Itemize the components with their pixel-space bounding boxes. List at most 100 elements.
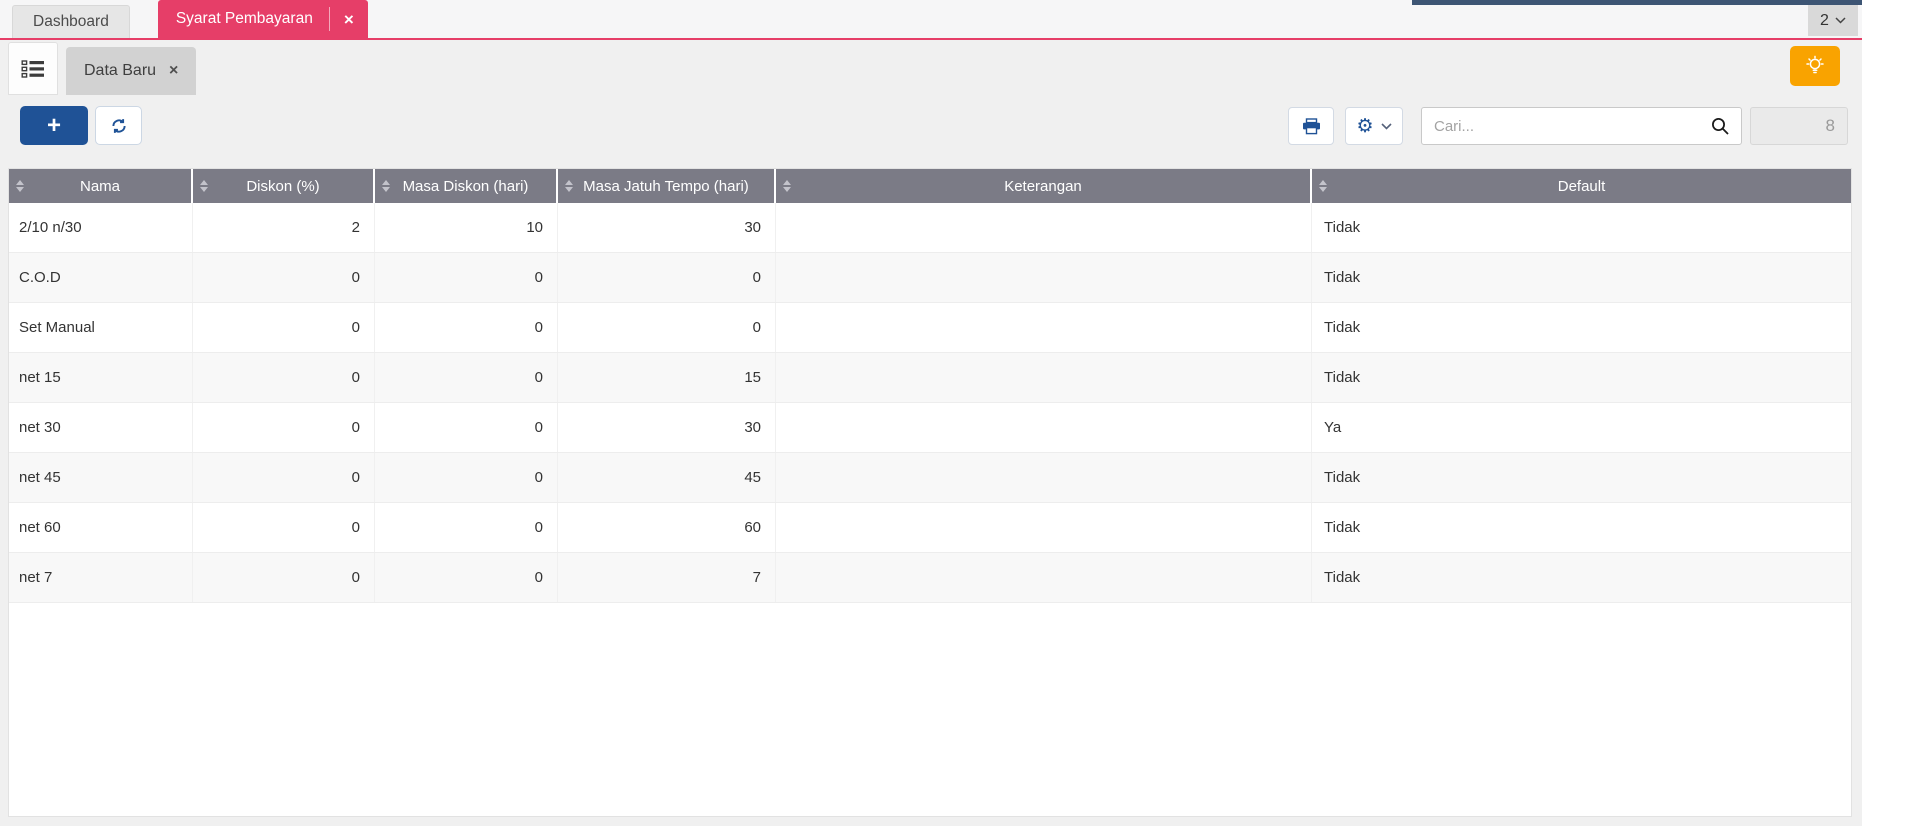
table-row[interactable]: net 30 0 0 30 Ya bbox=[9, 403, 1851, 453]
sort-arrows-icon bbox=[382, 180, 390, 192]
cell-diskon: 2 bbox=[193, 203, 375, 252]
column-label: Masa Diskon (hari) bbox=[403, 178, 529, 195]
cell-masa-diskon: 0 bbox=[375, 303, 558, 352]
column-label: Default bbox=[1558, 178, 1606, 195]
table-row[interactable]: net 7 0 0 7 Tidak bbox=[9, 553, 1851, 603]
main-tab-bar: Dashboard Syarat Pembayaran × bbox=[0, 0, 1862, 40]
sort-arrows-icon bbox=[1319, 180, 1327, 192]
cell-masa-diskon: 0 bbox=[375, 503, 558, 552]
cell-masa-jatuh-tempo: 0 bbox=[558, 303, 776, 352]
cell-nama: net 15 bbox=[9, 353, 193, 402]
lightbulb-icon bbox=[1804, 54, 1826, 78]
dropdown-value: 2 bbox=[1820, 12, 1829, 30]
column-header-keterangan[interactable]: Keterangan bbox=[776, 169, 1312, 203]
app-window: Dashboard Syarat Pembayaran × 2 bbox=[0, 0, 1918, 826]
close-icon[interactable]: × bbox=[330, 11, 368, 28]
cell-nama: net 30 bbox=[9, 403, 193, 452]
table-row[interactable]: net 45 0 0 45 Tidak bbox=[9, 453, 1851, 503]
sort-arrows-icon bbox=[783, 180, 791, 192]
sort-arrows-icon bbox=[565, 180, 573, 192]
column-header-nama[interactable]: Nama bbox=[9, 169, 193, 203]
printer-icon bbox=[1302, 118, 1321, 135]
tab-dashboard[interactable]: Dashboard bbox=[12, 5, 130, 38]
refresh-icon bbox=[110, 117, 128, 135]
sub-tab-bar: Data Baru × bbox=[0, 40, 1862, 95]
cell-nama: 2/10 n/30 bbox=[9, 203, 193, 252]
table-row[interactable]: net 15 0 0 15 Tidak bbox=[9, 353, 1851, 403]
refresh-button[interactable] bbox=[95, 106, 142, 145]
table-row[interactable]: 2/10 n/30 2 10 30 Tidak bbox=[9, 203, 1851, 253]
cell-masa-jatuh-tempo: 15 bbox=[558, 353, 776, 402]
cell-nama: C.O.D bbox=[9, 253, 193, 302]
column-label: Masa Jatuh Tempo (hari) bbox=[583, 178, 749, 195]
cell-default: Tidak bbox=[1312, 253, 1851, 302]
column-label: Keterangan bbox=[1004, 178, 1082, 195]
add-button[interactable]: + bbox=[20, 106, 88, 145]
search-icon bbox=[1711, 117, 1730, 136]
close-icon[interactable]: × bbox=[169, 63, 178, 79]
top-navy-strip bbox=[1412, 0, 1862, 5]
cell-diskon: 0 bbox=[193, 353, 375, 402]
column-header-masa-diskon[interactable]: Masa Diskon (hari) bbox=[375, 169, 558, 203]
column-label: Nama bbox=[80, 178, 120, 195]
cell-nama: net 7 bbox=[9, 553, 193, 602]
column-label: Diskon (%) bbox=[246, 178, 319, 195]
cell-masa-jatuh-tempo: 0 bbox=[558, 253, 776, 302]
table-body: 2/10 n/30 2 10 30 Tidak C.O.D 0 0 0 Tida… bbox=[9, 203, 1851, 603]
cell-keterangan bbox=[776, 303, 1312, 352]
tab-label: Syarat Pembayaran bbox=[158, 10, 329, 28]
record-count-badge: 8 bbox=[1750, 107, 1848, 145]
chevron-down-icon bbox=[1835, 17, 1846, 24]
cell-keterangan bbox=[776, 503, 1312, 552]
cell-masa-diskon: 0 bbox=[375, 553, 558, 602]
table-row[interactable]: Set Manual 0 0 0 Tidak bbox=[9, 303, 1851, 353]
cell-masa-diskon: 0 bbox=[375, 253, 558, 302]
cell-default: Tidak bbox=[1312, 303, 1851, 352]
cell-keterangan bbox=[776, 403, 1312, 452]
cell-diskon: 0 bbox=[193, 503, 375, 552]
hint-lightbulb-button[interactable] bbox=[1790, 46, 1840, 86]
cell-masa-diskon: 10 bbox=[375, 203, 558, 252]
table-row[interactable]: C.O.D 0 0 0 Tidak bbox=[9, 253, 1851, 303]
search-input[interactable] bbox=[1422, 108, 1741, 144]
cell-nama: net 60 bbox=[9, 503, 193, 552]
sort-arrows-icon bbox=[16, 180, 24, 192]
cell-default: Tidak bbox=[1312, 453, 1851, 502]
browser-count-dropdown[interactable]: 2 bbox=[1808, 5, 1858, 36]
cell-keterangan bbox=[776, 253, 1312, 302]
cell-masa-diskon: 0 bbox=[375, 403, 558, 452]
sort-arrows-icon bbox=[200, 180, 208, 192]
cell-keterangan bbox=[776, 553, 1312, 602]
tab-data-baru[interactable]: Data Baru × bbox=[66, 47, 196, 95]
cell-keterangan bbox=[776, 203, 1312, 252]
cell-masa-diskon: 0 bbox=[375, 453, 558, 502]
cell-diskon: 0 bbox=[193, 453, 375, 502]
menu-list-button[interactable] bbox=[8, 42, 58, 95]
tab-syarat-pembayaran[interactable]: Syarat Pembayaran × bbox=[158, 0, 368, 38]
cell-masa-jatuh-tempo: 60 bbox=[558, 503, 776, 552]
print-button[interactable] bbox=[1288, 107, 1334, 145]
cell-diskon: 0 bbox=[193, 403, 375, 452]
cell-nama: Set Manual bbox=[9, 303, 193, 352]
cell-masa-jatuh-tempo: 30 bbox=[558, 403, 776, 452]
column-header-masa-jatuh-tempo[interactable]: Masa Jatuh Tempo (hari) bbox=[558, 169, 776, 203]
cell-default: Tidak bbox=[1312, 503, 1851, 552]
cell-masa-diskon: 0 bbox=[375, 353, 558, 402]
search-box bbox=[1421, 107, 1742, 145]
table-row[interactable]: net 60 0 0 60 Tidak bbox=[9, 503, 1851, 553]
cell-default: Tidak bbox=[1312, 553, 1851, 602]
column-header-diskon[interactable]: Diskon (%) bbox=[193, 169, 375, 203]
subtab-label: Data Baru bbox=[84, 62, 156, 80]
settings-dropdown-button[interactable]: ⚙ bbox=[1345, 107, 1403, 145]
cell-nama: net 45 bbox=[9, 453, 193, 502]
cell-keterangan bbox=[776, 353, 1312, 402]
table-panel: Nama Diskon (%) Masa Diskon (hari) Masa … bbox=[8, 168, 1852, 817]
cell-masa-jatuh-tempo: 45 bbox=[558, 453, 776, 502]
cell-default: Ya bbox=[1312, 403, 1851, 452]
column-header-default[interactable]: Default bbox=[1312, 169, 1851, 203]
app-main-area: Dashboard Syarat Pembayaran × 2 bbox=[0, 0, 1862, 826]
record-count: 8 bbox=[1826, 116, 1835, 136]
cell-default: Tidak bbox=[1312, 203, 1851, 252]
chevron-down-icon bbox=[1381, 123, 1392, 130]
table-header-row: Nama Diskon (%) Masa Diskon (hari) Masa … bbox=[9, 169, 1851, 203]
